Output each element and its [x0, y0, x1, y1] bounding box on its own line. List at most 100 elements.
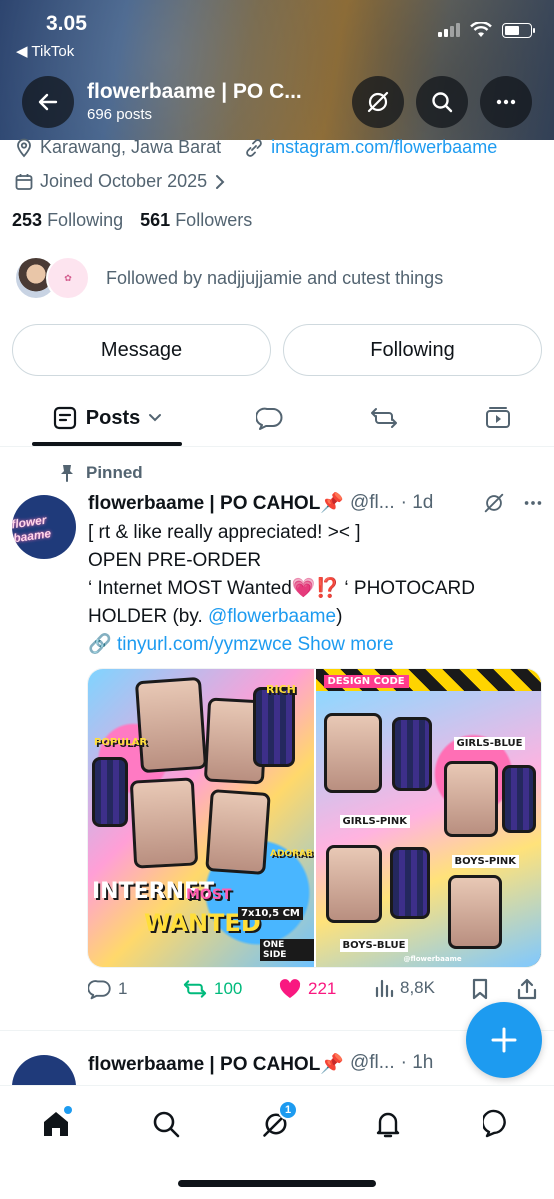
photocard-image	[391, 717, 432, 791]
followed-by-text: Followed by nadjjujjamie and cutest thin…	[106, 267, 444, 288]
more-button[interactable]	[480, 76, 532, 128]
sticker-text: MOST	[186, 887, 232, 903]
share-icon	[517, 978, 537, 1000]
bell-icon	[376, 1112, 400, 1138]
post-header: flowerbaame | PO CAHOL📌 @fl... · 1h	[88, 1052, 433, 1076]
link-emoji: 🔗	[88, 634, 112, 655]
posts-icon	[53, 406, 76, 430]
design-label: GIRLS-PINK	[339, 815, 411, 828]
website-link[interactable]: instagram.com/flowerbaame	[271, 137, 497, 158]
photocard-image	[129, 777, 199, 869]
post-text: [ rt & like really appreciated! >< ] OPE…	[88, 519, 540, 659]
search-icon	[432, 92, 453, 113]
photocard-image	[443, 761, 498, 837]
post-author-handle[interactable]: @fl...	[350, 1052, 395, 1076]
more-dots-icon[interactable]	[522, 492, 544, 514]
post-author-name[interactable]: flowerbaame | PO CAHOL📌	[88, 491, 344, 515]
post-author-handle[interactable]: @fl...	[350, 492, 395, 514]
nav-search[interactable]	[146, 1104, 186, 1144]
following-stat[interactable]: 253 Following	[12, 210, 123, 230]
compose-post-button[interactable]	[466, 1002, 542, 1078]
nav-notifications[interactable]	[368, 1104, 408, 1144]
post-author-name[interactable]: flowerbaame | PO CAHOL📌	[88, 1052, 344, 1076]
chat-bubble-icon	[483, 1109, 506, 1138]
media-image-right[interactable]: DESIGN CODE GIRLS-BLUE GIRLS-PINK BOYS-P…	[315, 669, 541, 967]
views-chart-icon	[375, 979, 394, 998]
nav-messages[interactable]	[478, 1104, 518, 1144]
home-notification-dot	[64, 1106, 72, 1114]
followers-stat[interactable]: 561 Followers	[140, 210, 252, 230]
search-icon	[153, 1111, 180, 1138]
photocard-image	[253, 687, 295, 767]
following-button[interactable]: Following	[283, 324, 542, 376]
tab-reposts[interactable]	[354, 390, 414, 446]
grok-icon[interactable]	[482, 491, 506, 515]
post-line: HOLDER (by. @flowerbaame)	[88, 606, 343, 627]
subscribe-button[interactable]	[352, 76, 404, 128]
back-button[interactable]	[22, 76, 74, 128]
photocard-image	[92, 757, 128, 827]
sticker-text: DESIGN CODE	[323, 675, 409, 688]
like-button[interactable]: 221	[278, 978, 336, 1000]
nav-grok[interactable]: 1	[256, 1100, 298, 1144]
post-author-avatar[interactable]: flower baame	[12, 495, 76, 559]
heart-icon	[279, 979, 301, 998]
photocard-image	[501, 765, 536, 833]
pinned-text: Pinned	[86, 463, 143, 482]
tab-media[interactable]	[468, 390, 528, 446]
location-text: Karawang, Jawa Barat	[40, 137, 222, 157]
design-label: BOYS-PINK	[451, 855, 520, 868]
wifi-icon	[470, 22, 492, 37]
share-button[interactable]	[516, 978, 538, 1000]
grok-icon	[367, 91, 389, 113]
search-button[interactable]	[416, 76, 468, 128]
repost-button[interactable]: 100	[182, 978, 242, 1000]
repost-count: 100	[214, 979, 243, 998]
photocard-image	[205, 789, 271, 875]
tab-posts-label: Posts	[85, 406, 141, 429]
post-header-actions	[482, 491, 544, 515]
followed-by-row[interactable]: ✿ Followed by nadjjujjamie and cutest th…	[14, 256, 443, 300]
mention-link[interactable]: @flowerbaame	[208, 606, 336, 627]
post-url-link[interactable]: tinyurl.com/yymzwce	[117, 634, 292, 655]
post-media[interactable]: POPULAR RICH ADORABLE INTERNET MOST WANT…	[87, 668, 542, 968]
views-button[interactable]: 8,8K	[374, 978, 435, 998]
post-header: flowerbaame | PO CAHOL📌 @fl... · 1d	[88, 491, 433, 515]
battery-icon	[502, 22, 535, 38]
chevron-down-icon	[149, 414, 162, 422]
side-label: ONE SIDE	[260, 939, 314, 961]
message-button[interactable]: Message	[12, 324, 271, 376]
media-image-left[interactable]: POPULAR RICH ADORABLE INTERNET MOST WANT…	[88, 669, 314, 967]
design-label: GIRLS-BLUE	[453, 737, 526, 750]
photocard-image	[325, 845, 382, 923]
post-link-line: 🔗 tinyurl.com/yymzwce Show more	[88, 631, 540, 659]
sticker-text: POPULAR	[94, 737, 148, 748]
profile-tabs: Posts	[0, 390, 554, 447]
reply-bubble-icon	[256, 407, 283, 430]
joined-text: Joined October 2025	[40, 171, 208, 191]
reply-count: 1	[118, 979, 128, 998]
post-time[interactable]: · 1d	[401, 492, 434, 514]
view-count: 8,8K	[400, 978, 435, 997]
post-count: 696 posts	[87, 106, 153, 123]
arrow-left-icon	[38, 93, 58, 111]
repost-icon	[183, 980, 207, 998]
joined-row: Joined October 2025	[14, 171, 227, 192]
post-time[interactable]: · 1h	[401, 1052, 434, 1076]
nav-home[interactable]	[36, 1104, 76, 1144]
reply-button[interactable]: 1	[88, 978, 127, 1000]
show-more-link[interactable]: Show more	[297, 634, 393, 655]
bookmark-button[interactable]	[470, 978, 490, 1000]
photocard-image	[389, 847, 430, 919]
post-actions: 1 100 221 8,8K	[88, 978, 540, 1008]
tab-replies[interactable]	[240, 390, 300, 446]
home-indicator	[178, 1180, 376, 1187]
photocard-image	[323, 713, 382, 793]
pinned-label: Pinned	[58, 463, 143, 483]
post-line: ‘ Internet MOST Wanted💗⁉️ ‘ PHOTOCARD	[88, 578, 475, 599]
calendar-icon	[15, 173, 33, 190]
repost-icon	[371, 408, 397, 428]
back-to-app-link[interactable]: ◀ TikTok	[16, 42, 74, 60]
chevron-right-icon[interactable]	[213, 173, 227, 191]
tab-posts[interactable]: Posts	[32, 390, 182, 446]
